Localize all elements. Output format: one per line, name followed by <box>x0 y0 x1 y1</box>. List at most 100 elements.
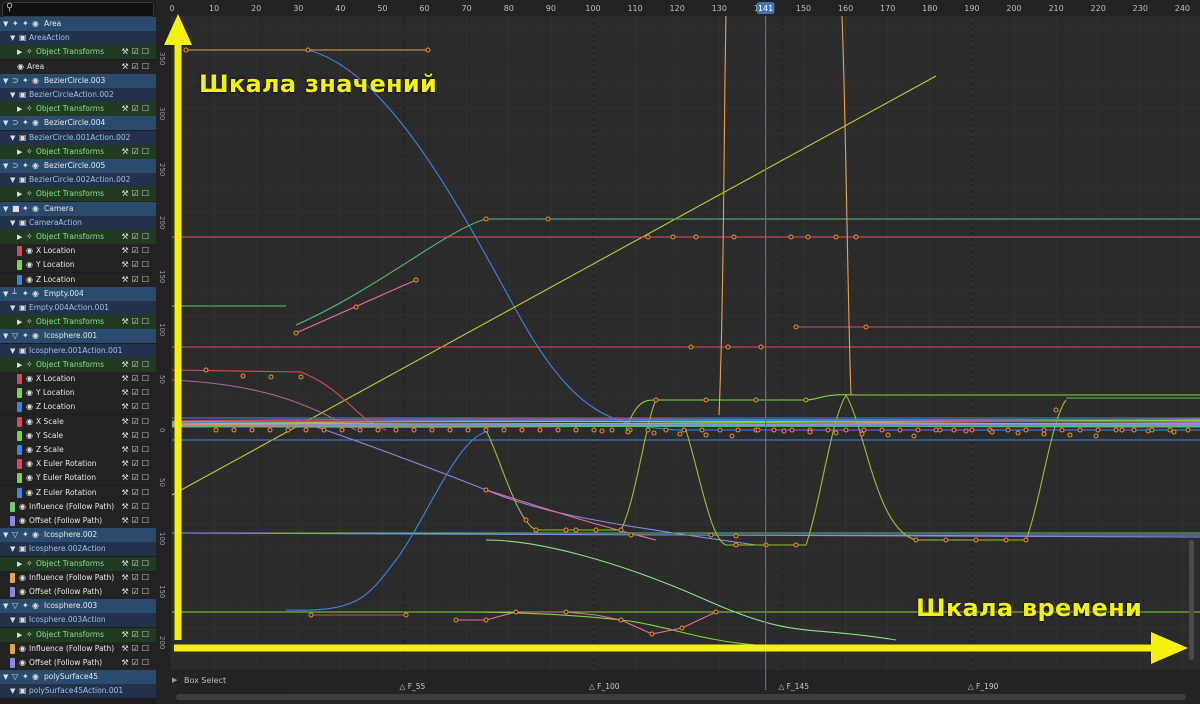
keyframe-point[interactable] <box>937 427 943 433</box>
channel-toggle-icons[interactable]: ⚒☑☐ <box>121 386 152 400</box>
channel-row[interactable]: ▼ ▣ BezierCircle.001Action.002 <box>0 130 156 145</box>
keyframe-point[interactable] <box>677 431 683 437</box>
keyframe-point[interactable] <box>555 427 561 433</box>
keyframe-point[interactable] <box>533 527 539 533</box>
channel-row[interactable]: ▼ ┴ ✦ ◉ Empty.004 <box>0 286 156 301</box>
expand-arrow-icon[interactable]: ▶ <box>17 358 22 372</box>
collapse-arrow-icon[interactable]: ▼ <box>3 599 8 613</box>
timeline-marker[interactable]: △ F_145 <box>778 682 809 691</box>
keyframe-point[interactable] <box>1095 427 1101 433</box>
channel-row[interactable]: ◉ Z Scale ⚒☑☐ <box>0 443 156 457</box>
channel-row[interactable]: ▼ ⊃ ✦ ◉ BezierCircle.003 <box>0 73 156 88</box>
keyframe-point[interactable] <box>1149 427 1155 433</box>
eye-icon[interactable]: ◉ <box>19 571 26 585</box>
collapse-arrow-icon[interactable]: ▼ <box>3 159 8 173</box>
eye-icon[interactable]: ◉ <box>32 329 39 343</box>
keyframe-point[interactable] <box>793 324 799 330</box>
keyframe-point[interactable] <box>1067 432 1073 438</box>
keyframe-point[interactable] <box>1023 537 1029 543</box>
channel-row[interactable]: ◉ Offset (Follow Path) ⚒☑☐ <box>0 585 156 599</box>
channel-toggle-icons[interactable]: ⚒☑☐ <box>121 415 152 429</box>
keyframe-point[interactable] <box>913 537 919 543</box>
channel-toggle-icons[interactable]: ⚒☑☐ <box>121 372 152 386</box>
keyframe-point[interactable] <box>618 527 624 533</box>
pin-icon[interactable]: ✦ <box>22 528 29 542</box>
channel-toggle-icons[interactable]: ⚒☑☐ <box>121 656 152 670</box>
keyframe-point[interactable] <box>628 532 634 538</box>
keyframe-point[interactable] <box>625 429 631 435</box>
collapse-arrow-icon[interactable]: ▼ <box>3 528 8 542</box>
collapse-arrow-icon[interactable]: ▼ <box>10 301 15 315</box>
keyframe-point[interactable] <box>859 431 865 437</box>
keyframe-point[interactable] <box>1131 427 1137 433</box>
collapse-arrow-icon[interactable]: ▼ <box>3 329 8 343</box>
keyframe-point[interactable] <box>733 542 739 548</box>
channel-row[interactable]: ▼ ⊃ ✦ ◉ BezierCircle.004 <box>0 116 156 131</box>
keyframe-point[interactable] <box>231 427 237 433</box>
keyframe-point[interactable] <box>699 427 705 433</box>
channel-toggle-icons[interactable]: ⚒☑☐ <box>121 457 152 471</box>
keyframe-point[interactable] <box>453 617 459 623</box>
keyframe-point[interactable] <box>911 433 917 439</box>
channel-row[interactable]: ▼ ✦ ✦ ◉ Area <box>0 17 156 31</box>
keyframe-point[interactable] <box>298 374 304 380</box>
eye-icon[interactable]: ◉ <box>19 585 26 599</box>
collapse-arrow-icon[interactable]: ▼ <box>3 17 8 31</box>
keyframe-point[interactable] <box>1145 428 1151 434</box>
keyframe-point[interactable] <box>183 47 189 53</box>
channel-toggle-icons[interactable]: ⚒☑☐ <box>121 45 152 59</box>
keyframe-point[interactable] <box>593 527 599 533</box>
channel-row[interactable]: ▼ ▣ Icosphere.002Action <box>0 542 156 557</box>
keyframe-point[interactable] <box>357 427 363 433</box>
channel-row[interactable]: ▶ ✧ Object Transforms ⚒☑☐ <box>0 315 156 330</box>
keyframe-point[interactable] <box>411 427 417 433</box>
keyframe-point[interactable] <box>833 234 839 240</box>
collapse-arrow-icon[interactable]: ▼ <box>10 31 15 45</box>
keyframe-point[interactable] <box>483 427 489 433</box>
channel-toggle-icons[interactable]: ⚒☑☐ <box>121 471 152 485</box>
keyframe-point[interactable] <box>863 324 869 330</box>
channel-row[interactable]: ▼ ▽ ✦ ◉ Icosphere.003 <box>0 599 156 614</box>
keyframe-point[interactable] <box>861 427 867 433</box>
keyframe-point[interactable] <box>781 428 787 434</box>
channel-toggle-icons[interactable]: ⚒☑☐ <box>121 429 152 443</box>
channel-toggle-icons[interactable]: ⚒☑☐ <box>121 244 152 258</box>
channel-row[interactable]: ▶ ✧ Object Transforms ⚒☑☐ <box>0 230 156 244</box>
collapse-arrow-icon[interactable]: ▼ <box>10 173 15 187</box>
channel-row[interactable]: ▶ ✧ Object Transforms ⚒☑☐ <box>0 144 156 159</box>
keyframe-point[interactable] <box>1005 427 1011 433</box>
collapse-arrow-icon[interactable]: ▼ <box>3 670 8 684</box>
keyframe-point[interactable] <box>573 527 579 533</box>
keyframe-point[interactable] <box>573 427 579 433</box>
keyframe-point[interactable] <box>618 617 624 623</box>
keyframe-point[interactable] <box>651 430 657 436</box>
keyframe-point[interactable] <box>1015 430 1021 436</box>
keyframe-point[interactable] <box>403 612 409 618</box>
keyframe-point[interactable] <box>793 542 799 548</box>
keyframe-point[interactable] <box>1023 427 1029 433</box>
keyframe-point[interactable] <box>943 537 949 543</box>
keyframe-point[interactable] <box>501 427 507 433</box>
channel-toggle-icons[interactable]: ⚒☑☐ <box>121 145 152 159</box>
keyframe-point[interactable] <box>609 427 615 433</box>
keyframe-point[interactable] <box>537 427 543 433</box>
channel-row[interactable]: ▶ ✧ Object Transforms ⚒☑☐ <box>0 45 156 60</box>
keyframe-point[interactable] <box>599 428 605 434</box>
keyframe-point[interactable] <box>708 532 714 538</box>
eye-icon[interactable]: ◉ <box>26 457 33 471</box>
eye-icon[interactable]: ◉ <box>26 273 33 287</box>
channel-toggle-icons[interactable]: ⚒☑☐ <box>121 500 152 514</box>
channel-row[interactable]: ◉ Y Location ⚒☑☐ <box>0 386 156 401</box>
collapse-arrow-icon[interactable]: ▼ <box>10 88 15 102</box>
keyframe-point[interactable] <box>563 527 569 533</box>
pin-icon[interactable]: ✦ <box>22 74 29 88</box>
collapse-arrow-icon[interactable]: ▼ <box>10 131 15 145</box>
keyframe-point[interactable] <box>308 612 314 618</box>
eye-icon[interactable]: ◉ <box>19 514 26 528</box>
keyframe-point[interactable] <box>1003 537 1009 543</box>
channel-toggle-icons[interactable]: ⚒☑☐ <box>121 514 152 528</box>
keyframe-point[interactable] <box>735 427 741 433</box>
keyframe-point[interactable] <box>1119 427 1125 433</box>
eye-icon[interactable]: ◉ <box>26 443 33 457</box>
pin-icon[interactable]: ✦ <box>22 17 29 31</box>
